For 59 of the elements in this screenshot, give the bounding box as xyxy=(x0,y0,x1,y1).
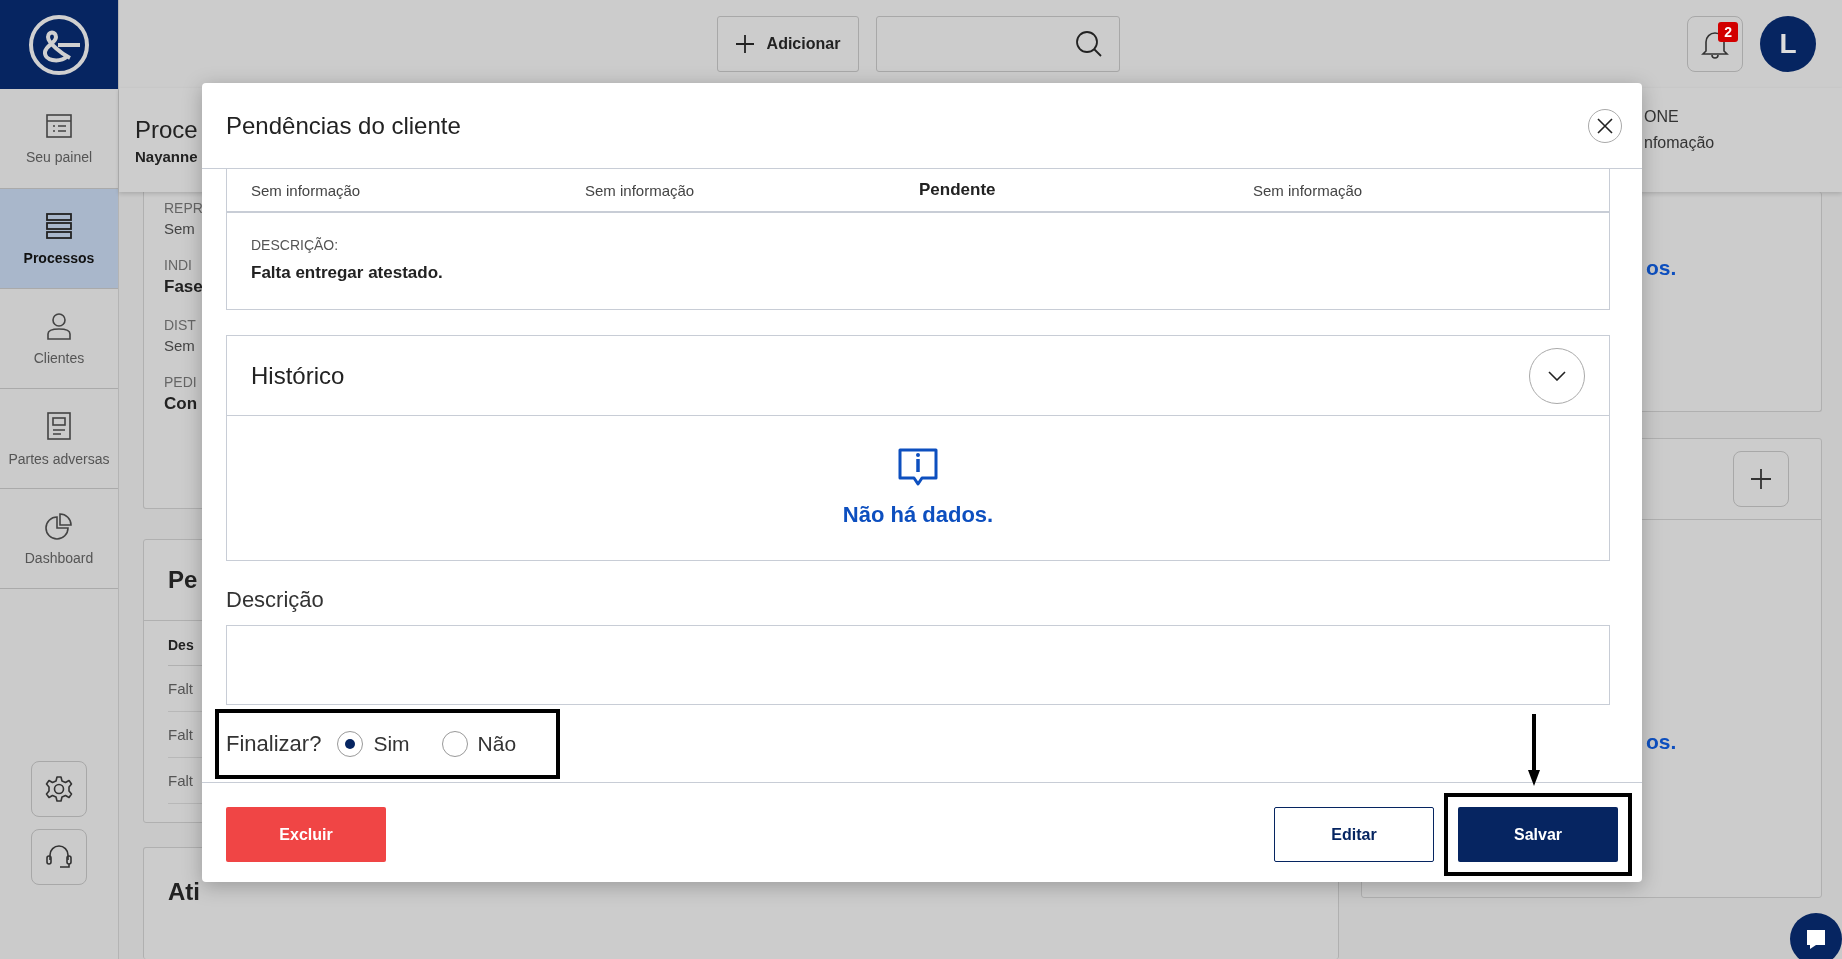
field-label: DIST xyxy=(164,317,196,333)
stack-icon xyxy=(45,211,73,240)
sidebar-item[interactable]: Processos xyxy=(0,189,118,289)
field-value: nfomação xyxy=(1644,134,1716,152)
status-text: Pendente xyxy=(919,180,997,200)
document-icon xyxy=(46,410,72,441)
person-icon xyxy=(45,311,73,340)
chat-button[interactable] xyxy=(1790,913,1842,959)
field-label: PEDI xyxy=(164,374,197,390)
close-icon xyxy=(1597,117,1613,134)
card-title: Pe xyxy=(168,566,198,594)
field-value: Sem xyxy=(164,220,195,237)
field-value: Sem xyxy=(164,337,195,354)
search-field[interactable] xyxy=(875,16,1120,72)
delete-button[interactable]: Excluir xyxy=(226,807,386,862)
field-value: Sem informação xyxy=(251,181,362,199)
pie-chart-icon xyxy=(45,511,73,540)
client-name: Nayanne xyxy=(135,148,198,165)
field-value: Sem informação xyxy=(585,181,696,199)
field-label: REPR xyxy=(164,200,203,216)
field-label: ONE xyxy=(1644,108,1680,126)
save-button[interactable]: Salvar xyxy=(1458,807,1618,862)
field-value: Falta entregar atestado. xyxy=(251,263,444,283)
empty-message: os. xyxy=(1646,256,1677,280)
info-message-icon xyxy=(898,448,938,486)
search-icon xyxy=(1074,30,1103,58)
empty-message: Não há dados. xyxy=(842,502,994,528)
settings-button[interactable] xyxy=(31,761,87,817)
card-title: Ati xyxy=(168,878,200,905)
field-value: Con xyxy=(164,394,198,414)
chat-bubble-icon xyxy=(1804,927,1828,951)
description-field[interactable] xyxy=(226,625,1610,705)
plus-icon xyxy=(1750,468,1772,490)
process-title: Proce xyxy=(135,116,198,144)
field-label: DESCRIÇÃO: xyxy=(251,237,340,253)
dialog-title: Pendências do cliente xyxy=(226,111,461,140)
field-value: Sem informação xyxy=(1253,181,1364,199)
support-button[interactable] xyxy=(31,829,87,885)
field-label: Descrição xyxy=(226,587,325,613)
radio-option[interactable]: Não xyxy=(441,731,517,757)
section-title: Histórico xyxy=(251,361,345,390)
radio-option[interactable]: Sim xyxy=(337,731,410,757)
add-button[interactable]: Adicionar xyxy=(716,16,859,72)
list-icon xyxy=(45,112,73,139)
field-value: Fase xyxy=(164,277,203,297)
edit-button[interactable]: Editar xyxy=(1274,807,1434,862)
notification-count-badge: 2 xyxy=(1718,22,1738,42)
pointer-arrow xyxy=(1527,714,1541,786)
user-avatar[interactable]: L xyxy=(1760,16,1816,72)
plus-icon xyxy=(734,34,755,54)
question-label: Finalizar? xyxy=(226,731,322,757)
close-button[interactable] xyxy=(1588,108,1622,143)
ampersand-logo-icon xyxy=(28,13,90,76)
empty-message: os. xyxy=(1646,730,1677,754)
field-label: INDI xyxy=(164,257,192,273)
add-button[interactable] xyxy=(1733,451,1789,507)
chevron-down-icon xyxy=(1548,370,1566,381)
notifications-button[interactable]: 2 xyxy=(1687,16,1743,72)
settings-icon xyxy=(45,775,73,803)
